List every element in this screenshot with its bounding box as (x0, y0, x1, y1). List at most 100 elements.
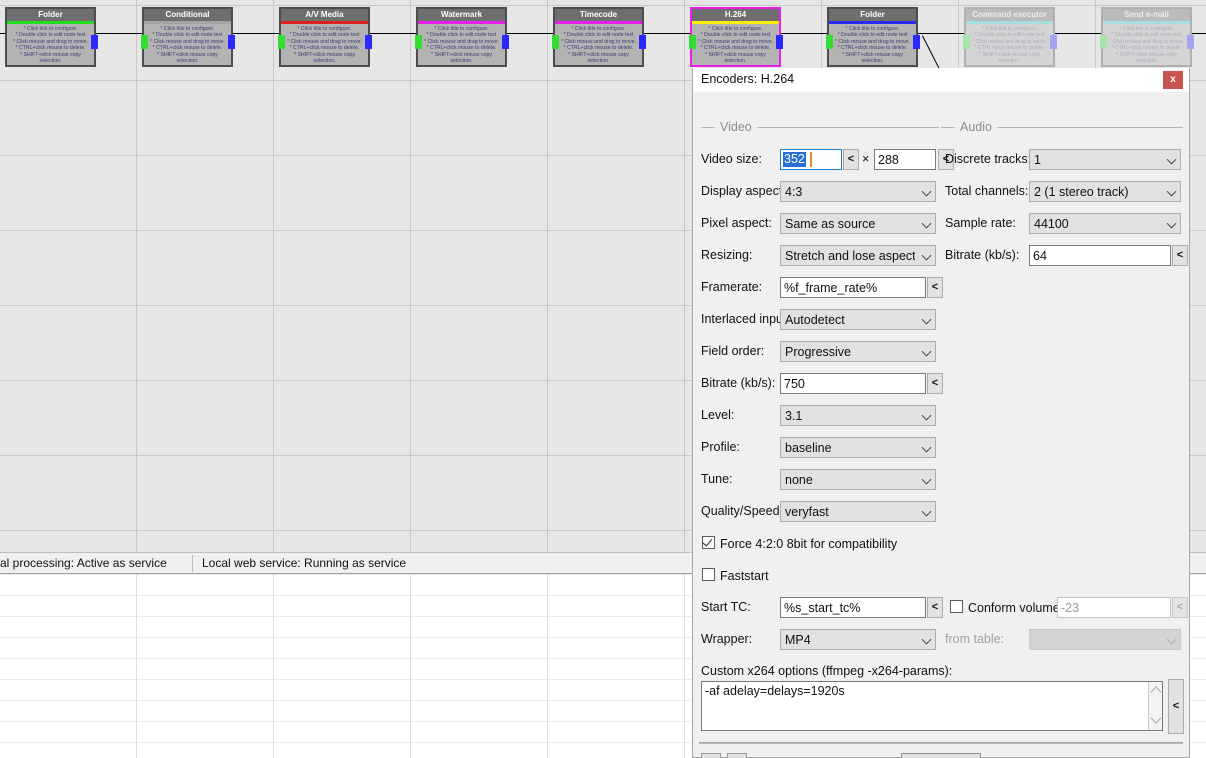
custom-options-scrollbar[interactable] (1148, 682, 1162, 730)
preset-button[interactable]: V (727, 753, 747, 758)
video-height-input[interactable] (874, 149, 936, 170)
quality-speed-select-wrap[interactable]: veryfast (780, 501, 936, 522)
node-output-port[interactable] (1187, 35, 1194, 49)
tune-select[interactable]: none (780, 469, 936, 490)
node-title[interactable]: Watermark (418, 9, 505, 21)
node-output-port[interactable] (1050, 35, 1057, 49)
node-input-port[interactable] (141, 35, 148, 49)
workflow-node-watermark[interactable]: Watermark * Click title to configure. * Do… (415, 7, 509, 67)
force-420-checkbox[interactable] (702, 536, 715, 549)
connection-line[interactable] (96, 33, 142, 34)
profile-select[interactable]: baseline (780, 437, 936, 458)
workflow-node-send-e-mail[interactable]: Send e-mail * Click title to configure. * … (1100, 7, 1194, 67)
interlaced-select[interactable]: Autodetect (780, 309, 936, 330)
ok-button[interactable]: OK (901, 753, 981, 758)
audio-bitrate-label: Bitrate (kb/s): (945, 248, 1020, 262)
display-aspect-select-wrap[interactable]: 4:3 (780, 181, 936, 202)
workflow-node-folder[interactable]: Folder * Click title to configure. * Doubl… (5, 7, 98, 67)
video-width-browse-button[interactable]: < (843, 149, 859, 170)
node-title[interactable]: Folder (7, 9, 94, 21)
node-title[interactable]: Send e-mail (1103, 9, 1190, 21)
node-output-port[interactable] (776, 35, 783, 49)
profile-select-wrap[interactable]: baseline (780, 437, 936, 458)
sample-rate-select-wrap[interactable]: 44100 (1029, 213, 1181, 234)
wrapper-select-wrap[interactable]: MP4 (780, 629, 936, 650)
workflow-node-conditional[interactable]: Conditional * Click title to configure. * … (141, 7, 235, 67)
workflow-node-command-executor[interactable]: Command executor * Click title to configu… (963, 7, 1057, 67)
node-output-port[interactable] (228, 35, 235, 49)
node-output-port[interactable] (502, 35, 509, 49)
workflow-node-timecode[interactable]: Timecode * Click title to configure. * Dou… (552, 7, 646, 67)
scroll-down-icon[interactable] (1150, 712, 1162, 724)
video-size-label: Video size: (701, 152, 762, 166)
connection-line[interactable] (781, 33, 827, 34)
node-output-port[interactable] (913, 35, 920, 49)
node-title[interactable]: Conditional (144, 9, 231, 21)
node-title[interactable]: Folder (829, 9, 916, 21)
node-output-port[interactable] (365, 35, 372, 49)
node-output-port[interactable] (639, 35, 646, 49)
from-table-label: from table: (945, 632, 1005, 646)
start-tc-browse-button[interactable]: < (927, 597, 943, 618)
node-help-text: * Click title to configure. * Double clic… (972, 26, 1047, 65)
conform-volume-input[interactable] (1057, 597, 1171, 618)
conform-volume-checkbox[interactable] (950, 600, 963, 613)
node-input-port[interactable] (826, 35, 833, 49)
video-bitrate-browse-button[interactable]: < (927, 373, 943, 394)
help-button[interactable]: ? (701, 753, 721, 758)
dialog-title-bar: Encoders: H.264 x (693, 68, 1189, 92)
close-icon[interactable]: x (1163, 71, 1183, 89)
node-title[interactable]: A/V Media (281, 9, 368, 21)
discrete-tracks-select[interactable]: 1 (1029, 149, 1181, 170)
force-420-label: Force 4:2:0 8bit for compatibility (720, 537, 898, 551)
total-channels-select-wrap[interactable]: 2 (1 stereo track) (1029, 181, 1181, 202)
connection-line[interactable] (233, 33, 279, 34)
workflow-node-h-264[interactable]: H.264 * Click title to configure. * Double… (689, 7, 783, 67)
audio-bitrate-browse-button[interactable]: < (1172, 245, 1188, 266)
node-title[interactable]: Command executor (966, 9, 1053, 21)
workflow-node-a-v-media[interactable]: A/V Media * Click title to configure. * Do… (278, 7, 372, 67)
quality-speed-select[interactable]: veryfast (780, 501, 936, 522)
node-input-port[interactable] (552, 35, 559, 49)
connection-line[interactable] (644, 33, 690, 34)
display-aspect-select[interactable]: 4:3 (780, 181, 936, 202)
video-bitrate-input[interactable] (780, 373, 926, 394)
level-select-wrap[interactable]: 3.1 (780, 405, 936, 426)
pixel-aspect-select[interactable]: Same as source (780, 213, 936, 234)
resizing-select-wrap[interactable]: Stretch and lose aspect (780, 245, 936, 266)
framerate-input[interactable] (780, 277, 926, 298)
field-order-select-wrap[interactable]: Progressive (780, 341, 936, 362)
node-title[interactable]: Timecode (555, 9, 642, 21)
connection-line[interactable] (370, 33, 416, 34)
field-order-select[interactable]: Progressive (780, 341, 936, 362)
interlaced-select-wrap[interactable]: Autodetect (780, 309, 936, 330)
node-title[interactable]: H.264 (692, 9, 779, 21)
node-input-port[interactable] (415, 35, 422, 49)
node-help-text: * Click title to configure. * Double clic… (13, 26, 88, 65)
sample-rate-select[interactable]: 44100 (1029, 213, 1181, 234)
start-tc-input[interactable] (780, 597, 926, 618)
faststart-checkbox[interactable] (702, 568, 715, 581)
tune-select-wrap[interactable]: none (780, 469, 936, 490)
node-input-port[interactable] (689, 35, 696, 49)
from-table-select-wrap (1029, 629, 1181, 650)
custom-options-browse-button[interactable]: < (1168, 679, 1184, 734)
audio-bitrate-input[interactable] (1029, 245, 1171, 266)
connection-line[interactable] (1055, 33, 1101, 34)
wrapper-select[interactable]: MP4 (780, 629, 936, 650)
pixel-aspect-select-wrap[interactable]: Same as source (780, 213, 936, 234)
connection-line[interactable] (918, 33, 964, 34)
node-input-port[interactable] (1100, 35, 1107, 49)
scroll-up-icon[interactable] (1150, 686, 1162, 698)
resizing-select[interactable]: Stretch and lose aspect (780, 245, 936, 266)
level-select[interactable]: 3.1 (780, 405, 936, 426)
custom-options-textarea[interactable]: -af adelay=delays=1920s (701, 681, 1163, 731)
framerate-browse-button[interactable]: < (927, 277, 943, 298)
node-input-port[interactable] (278, 35, 285, 49)
workflow-node-folder[interactable]: Folder * Click title to configure. * Doubl… (826, 7, 920, 67)
discrete-tracks-select-wrap[interactable]: 1 (1029, 149, 1181, 170)
node-output-port[interactable] (91, 35, 98, 49)
total-channels-select[interactable]: 2 (1 stereo track) (1029, 181, 1181, 202)
node-input-port[interactable] (963, 35, 970, 49)
connection-line[interactable] (507, 33, 553, 34)
